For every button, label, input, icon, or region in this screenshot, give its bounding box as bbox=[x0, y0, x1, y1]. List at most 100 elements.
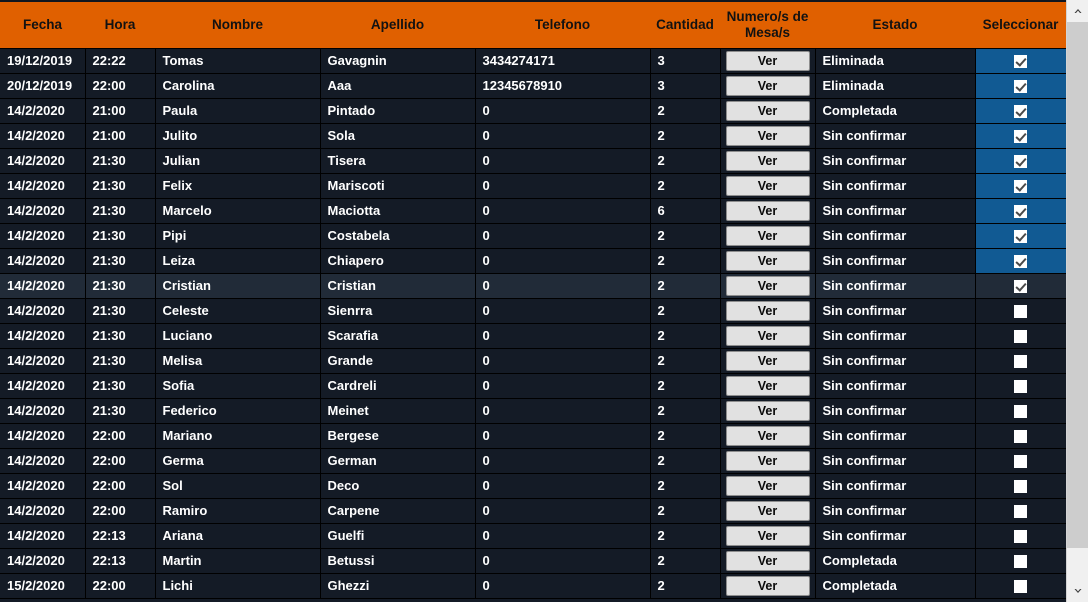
column-header-telefono[interactable]: Telefono bbox=[475, 2, 650, 48]
select-row-checkbox[interactable] bbox=[1014, 455, 1027, 469]
ver-mesas-button[interactable]: Ver bbox=[725, 350, 810, 371]
select-row-checkbox[interactable] bbox=[1014, 130, 1027, 144]
ver-mesas-button[interactable]: Ver bbox=[725, 225, 810, 246]
ver-mesas-button[interactable]: Ver bbox=[725, 575, 810, 596]
ver-mesas-button[interactable]: Ver bbox=[725, 425, 810, 446]
ver-mesas-button[interactable]: Ver bbox=[725, 150, 810, 171]
table-row[interactable]: 20/12/2019 22:00 Carolina Aaa 12345678910 3 Ve… bbox=[0, 72, 1066, 99]
table-row[interactable]: 14/2/2020 21:30 Sofia Cardreli 0 2 Ver Sin conf… bbox=[0, 372, 1066, 399]
table-row[interactable]: 14/2/2020 22:13 Ariana Guelfi 0 2 Ver Sin confi… bbox=[0, 522, 1066, 549]
column-header-mesas[interactable]: Numero/s de Mesa/s bbox=[720, 2, 815, 48]
ver-mesas-button[interactable]: Ver bbox=[725, 275, 810, 296]
ver-mesas-button[interactable]: Ver bbox=[725, 450, 810, 471]
table-row[interactable]: 14/2/2020 21:30 Celeste Sienrra 0 2 Ver Sin con… bbox=[0, 297, 1066, 324]
cell-cantidad: 2 bbox=[650, 322, 721, 349]
cell-fecha: 14/2/2020 bbox=[0, 97, 86, 124]
select-row-checkbox[interactable] bbox=[1014, 305, 1027, 319]
table-row[interactable]: 14/2/2020 21:00 Julito Sola 0 2 Ver Sin confirm… bbox=[0, 122, 1066, 149]
ver-mesas-button[interactable]: Ver bbox=[725, 475, 810, 496]
table-row[interactable]: 14/2/2020 21:30 Cristian Cristian 0 2 Ver Sin c… bbox=[0, 272, 1066, 299]
table-row[interactable]: 14/2/2020 21:30 Julian Tisera 0 2 Ver Sin confi… bbox=[0, 147, 1066, 174]
table-row[interactable]: 14/2/2020 21:30 Luciano Scarafia 0 2 Ver Sin co… bbox=[0, 322, 1066, 349]
select-row-checkbox[interactable] bbox=[1014, 55, 1027, 69]
cell-fecha: 14/2/2020 bbox=[0, 247, 86, 274]
column-header-nombre[interactable]: Nombre bbox=[155, 2, 320, 48]
table-row[interactable]: 14/2/2020 21:30 Federico Meinet 0 2 Ver Sin con… bbox=[0, 397, 1066, 424]
cell-seleccionar bbox=[975, 372, 1066, 399]
ver-mesas-button[interactable]: Ver bbox=[725, 75, 810, 96]
cell-cantidad: 2 bbox=[650, 372, 721, 399]
select-row-checkbox[interactable] bbox=[1014, 205, 1027, 219]
cell-fecha: 14/2/2020 bbox=[0, 197, 86, 224]
cell-nombre: Julito bbox=[155, 122, 321, 149]
table-row[interactable]: 14/2/2020 22:00 Mariano Bergese 0 2 Ver Sin con… bbox=[0, 422, 1066, 449]
select-row-checkbox[interactable] bbox=[1014, 255, 1027, 269]
select-row-checkbox[interactable] bbox=[1014, 155, 1027, 169]
column-header-cantidad[interactable]: Cantidad bbox=[650, 2, 720, 48]
table-row[interactable]: 19/12/2019 22:22 Tomas Gavagnin 3434274171 3 V… bbox=[0, 47, 1066, 74]
cell-nombre: Leiza bbox=[155, 247, 321, 274]
scrollbar-thumb[interactable] bbox=[1067, 22, 1088, 548]
vertical-scrollbar[interactable] bbox=[1066, 0, 1088, 602]
select-row-checkbox[interactable] bbox=[1014, 480, 1027, 494]
ver-mesas-button[interactable]: Ver bbox=[725, 50, 810, 71]
select-row-checkbox[interactable] bbox=[1014, 355, 1027, 369]
table-row[interactable]: 14/2/2020 22:00 Ramiro Carpene 0 2 Ver Sin conf… bbox=[0, 497, 1066, 524]
cell-hora: 21:30 bbox=[85, 347, 156, 374]
table-row[interactable]: 14/2/2020 21:30 Melisa Grande 0 2 Ver Sin confi… bbox=[0, 347, 1066, 374]
ver-mesas-button[interactable]: Ver bbox=[725, 250, 810, 271]
scrollbar-track[interactable] bbox=[1067, 22, 1088, 580]
table-row[interactable]: 14/2/2020 21:30 Leiza Chiapero 0 2 Ver Sin conf… bbox=[0, 247, 1066, 274]
table-row[interactable]: 14/2/2020 21:30 Pipi Costabela 0 2 Ver Sin conf… bbox=[0, 222, 1066, 249]
select-row-checkbox[interactable] bbox=[1014, 405, 1027, 419]
table-row[interactable]: 14/2/2020 21:30 Felix Mariscoti 0 2 Ver Sin con… bbox=[0, 172, 1066, 199]
select-row-checkbox[interactable] bbox=[1014, 530, 1027, 544]
column-header-hora[interactable]: Hora bbox=[85, 2, 155, 48]
scrollbar-up-button[interactable] bbox=[1067, 0, 1088, 22]
table-row[interactable]: 14/2/2020 22:00 Sol Deco 0 2 Ver Sin confirmar bbox=[0, 472, 1066, 499]
ver-mesas-button[interactable]: Ver bbox=[725, 525, 810, 546]
ver-mesas-button[interactable]: Ver bbox=[725, 400, 810, 421]
column-header-apellido[interactable]: Apellido bbox=[320, 2, 475, 48]
cell-numero-mesas: Ver bbox=[720, 197, 816, 224]
select-row-checkbox[interactable] bbox=[1014, 80, 1027, 94]
column-header-fecha[interactable]: Fecha bbox=[0, 2, 85, 48]
ver-mesas-button[interactable]: Ver bbox=[725, 375, 810, 396]
select-row-checkbox[interactable] bbox=[1014, 280, 1027, 294]
ver-mesas-button[interactable]: Ver bbox=[725, 175, 810, 196]
cell-seleccionar bbox=[975, 347, 1066, 374]
table-row[interactable]: 14/2/2020 22:00 Germa German 0 2 Ver Sin confir… bbox=[0, 447, 1066, 474]
ver-mesas-button[interactable]: Ver bbox=[725, 300, 810, 321]
select-row-checkbox[interactable] bbox=[1014, 180, 1027, 194]
select-row-checkbox[interactable] bbox=[1014, 330, 1027, 344]
ver-mesas-button[interactable]: Ver bbox=[725, 125, 810, 146]
select-row-checkbox[interactable] bbox=[1014, 430, 1027, 444]
select-row-checkbox[interactable] bbox=[1014, 380, 1027, 394]
table-row[interactable]: 14/2/2020 22:13 Martin Betussi 0 2 Ver Completa… bbox=[0, 547, 1066, 574]
ver-mesas-button[interactable]: Ver bbox=[725, 325, 810, 346]
select-row-checkbox[interactable] bbox=[1014, 555, 1027, 569]
ver-mesas-button[interactable]: Ver bbox=[725, 200, 810, 221]
cell-numero-mesas: Ver bbox=[720, 272, 816, 299]
select-row-checkbox[interactable] bbox=[1014, 230, 1027, 244]
ver-mesas-button[interactable]: Ver bbox=[725, 550, 810, 571]
table-row[interactable]: 15/2/2020 22:00 Lichi Ghezzi 0 2 Ver Completada bbox=[0, 572, 1066, 599]
table-row[interactable]: 14/2/2020 21:00 Paula Pintado 0 2 Ver Completad… bbox=[0, 97, 1066, 124]
scrollbar-down-button[interactable] bbox=[1067, 580, 1088, 602]
cell-apellido: Sienrra bbox=[320, 297, 476, 324]
table-row[interactable]: 14/2/2020 21:30 Marcelo Maciotta 0 6 Ver Sin co… bbox=[0, 197, 1066, 224]
cell-numero-mesas: Ver bbox=[720, 572, 816, 599]
ver-mesas-button[interactable]: Ver bbox=[725, 500, 810, 521]
column-header-estado[interactable]: Estado bbox=[815, 2, 975, 48]
table-scroll-viewport[interactable]: Fecha Hora Nombre Apellido Telefono Cant… bbox=[0, 0, 1066, 602]
cell-hora: 21:30 bbox=[85, 297, 156, 324]
cell-cantidad: 3 bbox=[650, 47, 721, 74]
select-row-checkbox[interactable] bbox=[1014, 505, 1027, 519]
cell-estado: Sin confirmar bbox=[815, 372, 976, 399]
select-row-checkbox[interactable] bbox=[1014, 105, 1027, 119]
column-header-seleccionar[interactable]: Seleccionar bbox=[975, 2, 1066, 48]
select-row-checkbox[interactable] bbox=[1014, 580, 1027, 594]
ver-mesas-button[interactable]: Ver bbox=[725, 100, 810, 121]
cell-nombre: Sol bbox=[155, 472, 321, 499]
cell-cantidad: 2 bbox=[650, 497, 721, 524]
